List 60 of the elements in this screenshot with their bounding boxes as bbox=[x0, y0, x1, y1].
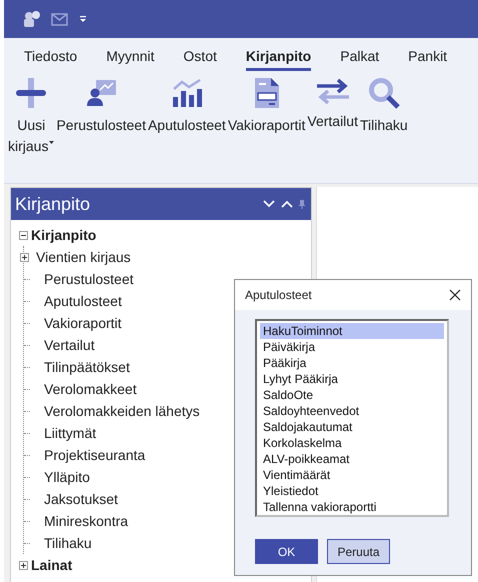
tree-item[interactable]: Ylläpito bbox=[44, 469, 90, 485]
list-item[interactable]: Tallenna vakioraportti bbox=[260, 499, 444, 515]
toolbar-button[interactable]: Tilihaku bbox=[358, 77, 409, 157]
tree-item[interactable]: Tilinpäätökset bbox=[44, 359, 130, 375]
tree-item[interactable]: Liittymät bbox=[44, 425, 96, 441]
tree-item[interactable]: Jaksotukset bbox=[44, 491, 118, 507]
cancel-button[interactable]: Peruuta bbox=[327, 539, 390, 564]
tree-item[interactable]: Perustulosteet bbox=[44, 271, 134, 287]
ribbon-tab[interactable]: Palkat bbox=[340, 48, 380, 71]
close-icon[interactable] bbox=[449, 289, 461, 301]
panel-title: Kirjanpito bbox=[15, 194, 92, 214]
dropdown-icon[interactable] bbox=[79, 15, 87, 23]
ribbon-tab[interactable]: Pankit bbox=[408, 48, 448, 71]
tree-item[interactable]: Vertailut bbox=[44, 337, 95, 353]
list-item[interactable]: Päiväkirja bbox=[260, 339, 444, 355]
list-item[interactable]: SaldoOte bbox=[260, 387, 444, 403]
ribbon-tab[interactable]: Kirjanpito bbox=[246, 48, 312, 71]
list-item[interactable]: Saldoyhteenvedot bbox=[260, 403, 444, 419]
tree-item[interactable]: Kirjanpito bbox=[31, 227, 96, 243]
tree-item[interactable]: Aputulosteet bbox=[44, 293, 122, 309]
tree-item[interactable]: Verolomakkeet bbox=[44, 381, 137, 397]
list-item[interactable]: Yleistiedot bbox=[260, 483, 444, 499]
chevron-down-icon[interactable] bbox=[263, 200, 275, 208]
tree-item[interactable]: Verolomakkeiden lähetys bbox=[44, 403, 200, 419]
ribbon-tab[interactable]: Tiedosto bbox=[24, 48, 78, 71]
tree-toggle-icon[interactable] bbox=[20, 252, 29, 262]
document-icon bbox=[254, 77, 280, 109]
list-item[interactable]: HakuToiminnot bbox=[260, 323, 444, 339]
ribbon-tab[interactable]: Ostot bbox=[183, 48, 217, 71]
swap-arrows-icon bbox=[316, 77, 350, 105]
tree-item[interactable]: Projektiseuranta bbox=[44, 447, 146, 463]
pin-icon[interactable] bbox=[299, 200, 305, 208]
chevron-up-icon[interactable] bbox=[281, 200, 293, 208]
tree-item[interactable]: Minireskontra bbox=[44, 513, 128, 529]
list-item[interactable]: Korkolaskelma bbox=[260, 435, 444, 451]
toolbar-button[interactable]: Perustulosteet bbox=[55, 77, 147, 157]
search-icon bbox=[368, 77, 400, 109]
toolbar-button[interactable]: Vertailut bbox=[306, 77, 359, 157]
toolbar-button[interactable]: Vakioraportit bbox=[226, 77, 306, 157]
dialog-title: Aputulosteet bbox=[245, 288, 312, 302]
list-item[interactable]: Lyhyt Pääkirja bbox=[260, 371, 444, 387]
plus-icon bbox=[15, 77, 48, 109]
ribbon-tab[interactable]: Myynnit bbox=[106, 48, 154, 71]
tree-toggle-icon[interactable] bbox=[19, 560, 28, 570]
tree-toggle-icon[interactable] bbox=[19, 230, 28, 240]
presentation-icon bbox=[85, 77, 118, 109]
tree-item[interactable]: Lainat bbox=[31, 557, 72, 573]
ok-button[interactable]: OK bbox=[255, 539, 318, 564]
people-icon[interactable] bbox=[23, 10, 43, 28]
list-item[interactable]: ALV-poikkeamat bbox=[260, 451, 444, 467]
list-item[interactable]: Pääkirja bbox=[260, 355, 444, 371]
list-item[interactable]: Vientimäärät bbox=[260, 467, 444, 483]
list-item[interactable]: Saldojakautumat bbox=[260, 419, 444, 435]
tree-item[interactable]: Vientien kirjaus bbox=[36, 249, 131, 265]
tree-item[interactable]: Tilihaku bbox=[44, 535, 92, 551]
toolbar-button[interactable]: Uusi kirjaus bbox=[7, 77, 56, 157]
toolbar-button[interactable]: Aputulosteet bbox=[146, 77, 227, 157]
bar-chart-icon bbox=[170, 77, 203, 109]
tree-item[interactable]: Vakioraportit bbox=[44, 315, 122, 331]
mail-icon[interactable] bbox=[51, 11, 71, 27]
